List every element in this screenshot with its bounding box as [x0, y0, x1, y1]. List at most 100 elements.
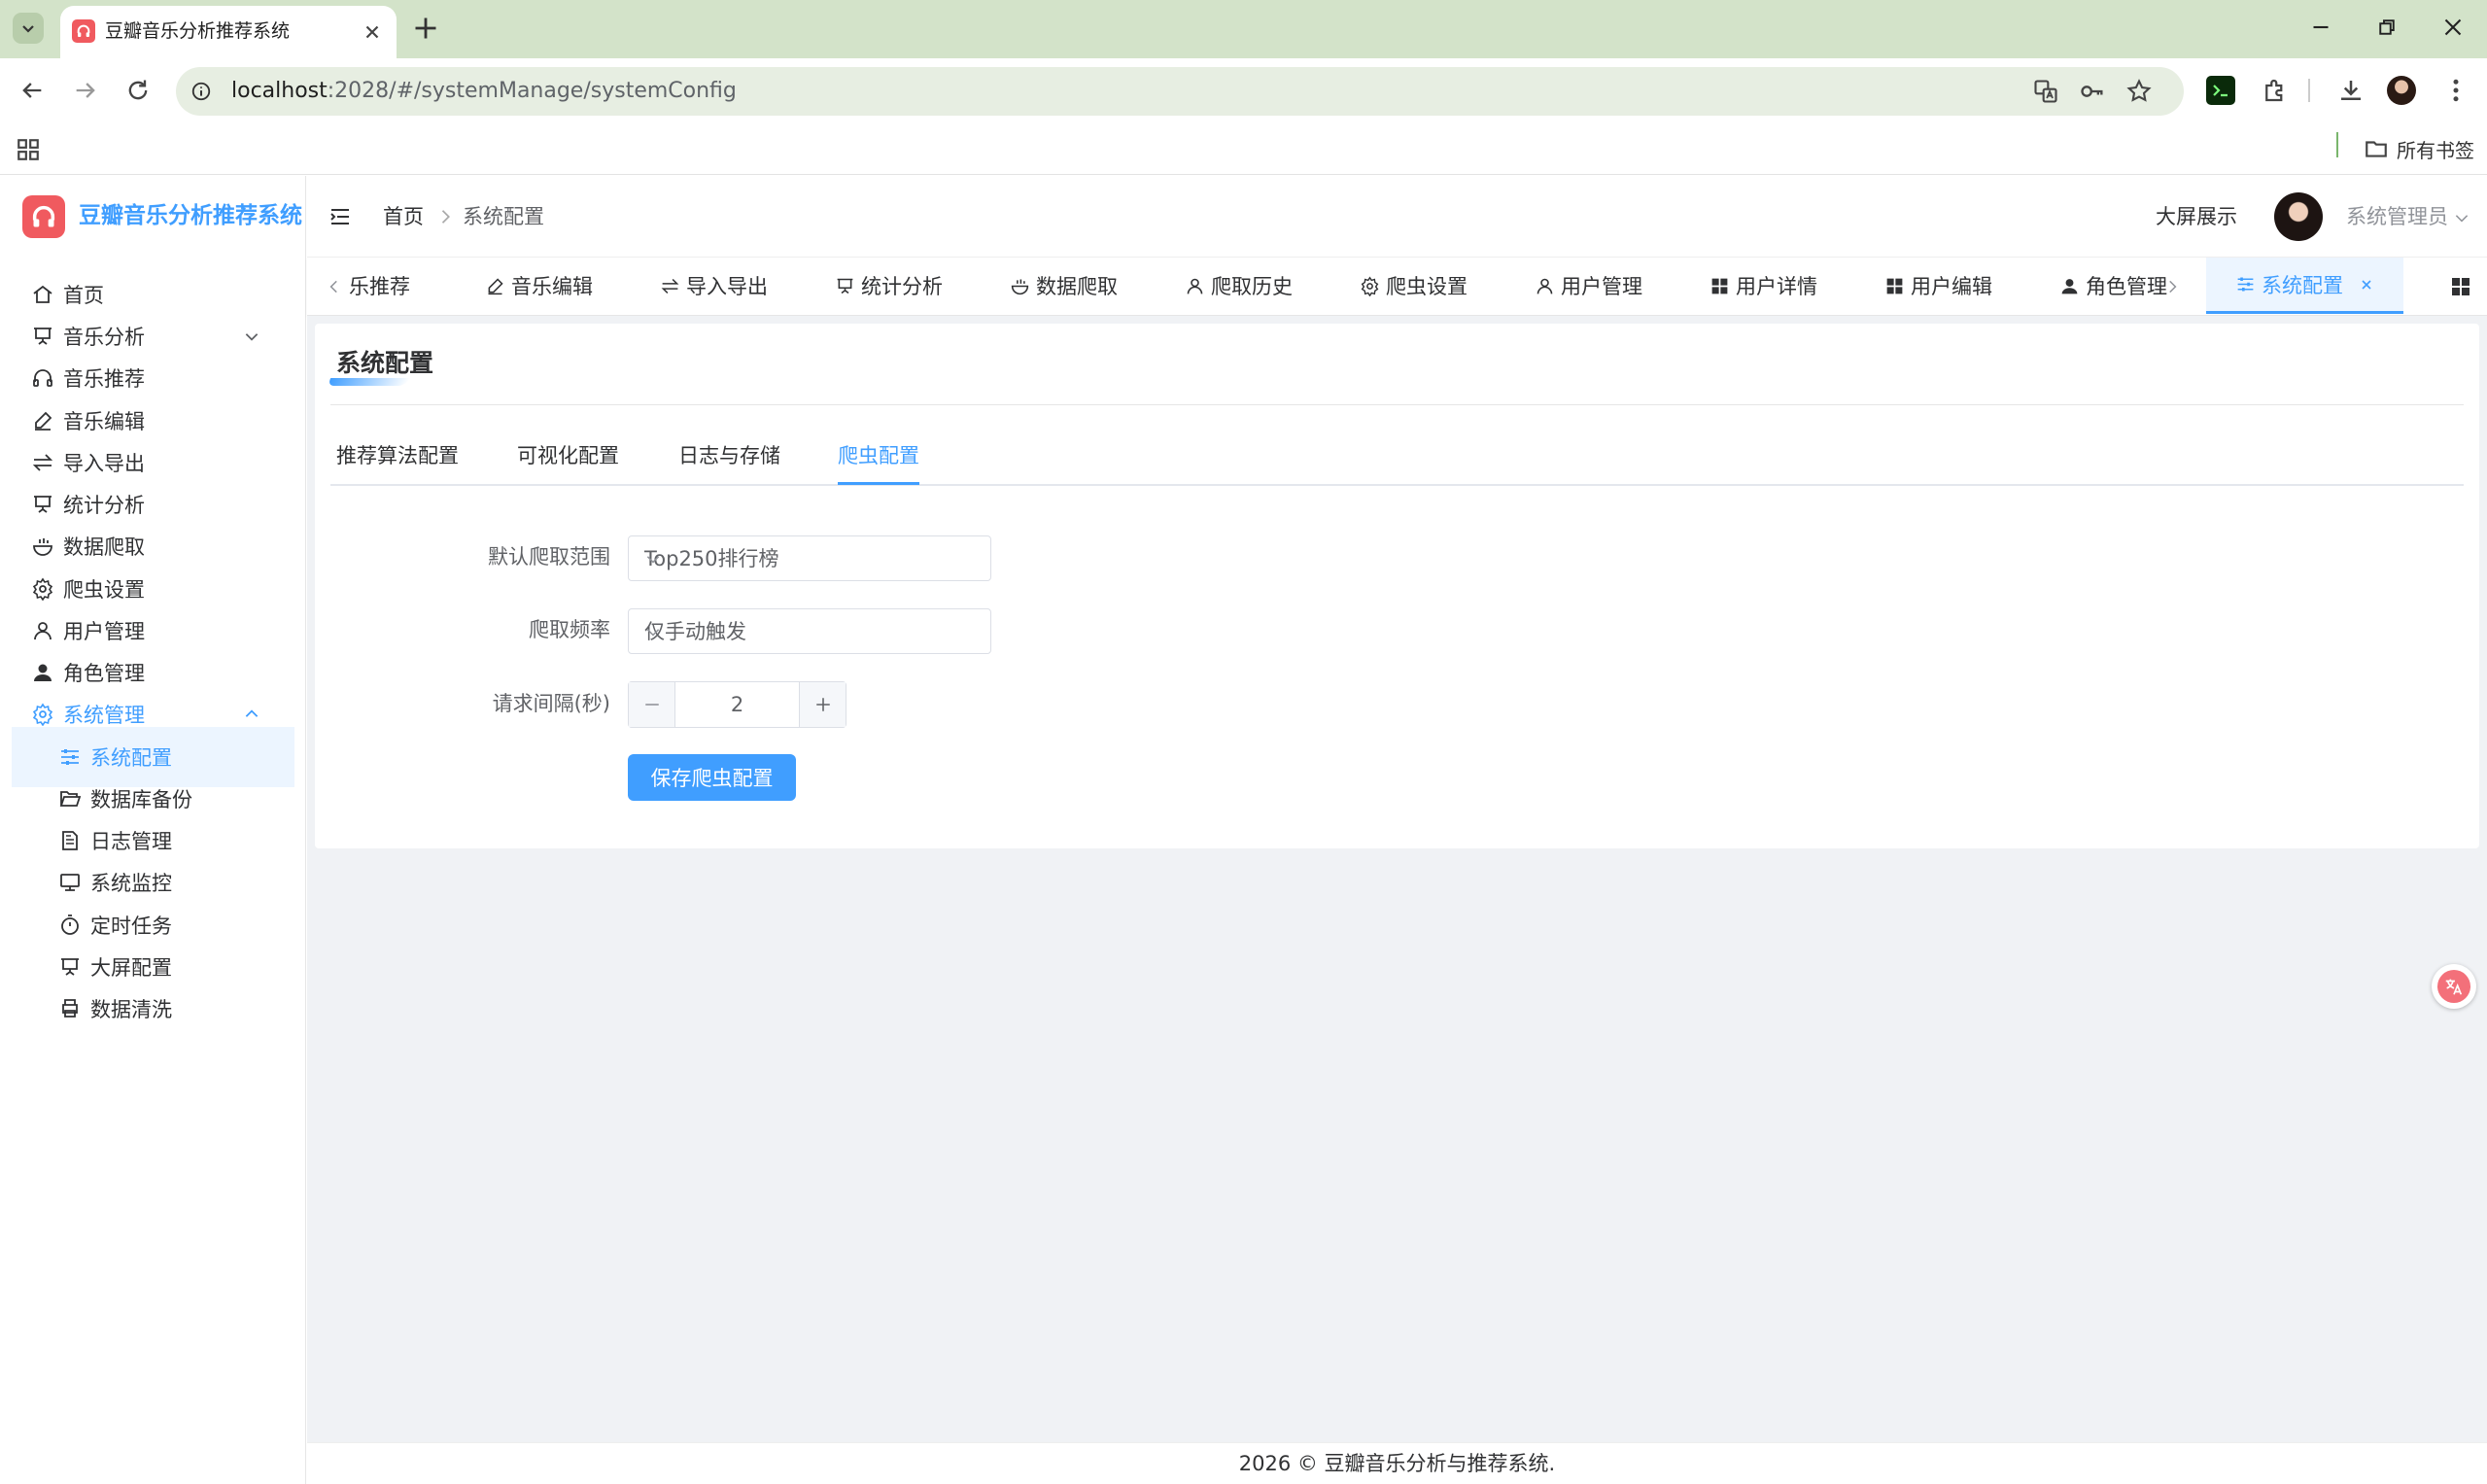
all-bookmarks-button[interactable]: 所有书签 — [2364, 134, 2474, 163]
sidebar-item-label: 首页 — [63, 284, 104, 307]
profile-avatar[interactable] — [2387, 76, 2416, 105]
extensions-icon[interactable] — [2261, 76, 2290, 105]
tab-label: 用户编辑 — [1911, 275, 1992, 298]
main-header: 首页 系统配置 大屏展示 系统管理员 — [307, 176, 2487, 258]
tab-search-button[interactable] — [13, 13, 44, 44]
footer: 2026 © 豆瓣音乐分析与推荐系统. — [307, 1442, 2487, 1484]
divider — [330, 404, 2464, 405]
app-title: 豆瓣音乐分析推荐系统 — [79, 203, 302, 228]
sidebar-item-label: 定时任务 — [90, 915, 172, 938]
window-close-icon[interactable] — [2441, 16, 2465, 39]
close-icon[interactable] — [2359, 277, 2374, 293]
sidebar-item-label: 音乐推荐 — [63, 367, 145, 391]
sidebar-item-label: 系统配置 — [90, 746, 172, 770]
tab-crawler-settings[interactable]: 爬虫设置 — [1360, 258, 1468, 314]
sidebar-item-label: 用户管理 — [63, 620, 145, 643]
tab-logs-storage[interactable]: 日志与存储 — [678, 442, 780, 469]
decrement-button[interactable] — [629, 682, 675, 727]
tab-crawl-history[interactable]: 爬取历史 — [1185, 258, 1293, 314]
frequency-select[interactable]: 仅手动触发 — [628, 608, 991, 654]
sidebar-item-label: 导入导出 — [63, 452, 145, 475]
tab-visualization[interactable]: 可视化配置 — [517, 442, 619, 469]
sidebar-item-label: 爬虫设置 — [63, 578, 145, 602]
key-icon[interactable] — [2079, 78, 2106, 105]
tab-user-detail[interactable]: 用户详情 — [1710, 258, 1817, 314]
tab-data-crawl[interactable]: 数据爬取 — [1010, 258, 1118, 314]
tab-music-recommend[interactable]: 乐推荐 — [349, 258, 410, 314]
plus-icon[interactable] — [412, 15, 439, 42]
tab-music-edit[interactable]: 音乐编辑 — [485, 258, 593, 314]
scope-select-value: Top250排行榜 — [644, 547, 779, 570]
presentation-icon — [58, 955, 82, 979]
floating-translate-button[interactable] — [2432, 964, 2476, 1009]
sidebar-item-data-cleaning[interactable]: 数据清洗 — [12, 979, 294, 1039]
url-path: :2028/#/systemManage/systemConfig — [327, 79, 737, 103]
user-icon — [31, 619, 54, 642]
browser-tab[interactable]: 豆瓣音乐分析推荐系统 — [60, 6, 397, 58]
chevron-down-icon[interactable] — [2453, 209, 2470, 226]
user-icon — [1185, 276, 1205, 296]
interval-label: 请求间隔(秒) — [492, 692, 610, 715]
presentation-icon — [31, 325, 54, 348]
info-icon[interactable] — [190, 81, 212, 102]
tab-statistics[interactable]: 统计分析 — [835, 258, 943, 314]
tab-crawler-config[interactable]: 爬虫配置 — [838, 442, 919, 469]
edit-pen-icon — [485, 276, 505, 296]
forward-arrow-icon[interactable] — [72, 77, 99, 104]
translate-icon — [2437, 970, 2470, 1003]
back-arrow-icon[interactable] — [18, 77, 46, 104]
sidebar-item-label: 系统监控 — [90, 872, 172, 895]
scope-select[interactable]: Top250排行榜 — [628, 535, 991, 581]
apps-grid-icon[interactable] — [16, 137, 41, 162]
sidebar-item-label: 大屏配置 — [90, 956, 172, 980]
sidebar-item-label: 数据爬取 — [63, 535, 145, 559]
tab-system-config[interactable]: 系统配置 — [2206, 258, 2403, 314]
bookmarks-bar: 所有书签 — [0, 123, 2487, 175]
address-bar[interactable]: localhost:2028/#/systemManage/systemConf… — [176, 67, 2184, 116]
breadcrumb-home[interactable]: 首页 — [383, 203, 424, 230]
presentation-icon — [835, 276, 855, 296]
gear-icon — [31, 703, 54, 726]
tab-recommend-algorithm[interactable]: 推荐算法配置 — [336, 442, 459, 469]
tab-user-edit[interactable]: 用户编辑 — [1884, 258, 1992, 314]
avatar[interactable] — [2274, 192, 2323, 241]
bowl-icon — [1010, 276, 1030, 296]
tab-role-management[interactable]: 角色管理 — [2059, 258, 2167, 314]
stopwatch-icon — [58, 914, 82, 937]
tab-label: 导入导出 — [686, 275, 768, 298]
restore-icon[interactable] — [2375, 16, 2399, 39]
user-filled-icon — [2059, 276, 2080, 296]
grid-icon[interactable] — [2449, 275, 2472, 298]
bigscreen-link[interactable]: 大屏展示 — [2156, 203, 2237, 230]
translate-icon[interactable] — [2032, 78, 2059, 105]
interval-input[interactable]: 2 — [675, 691, 799, 718]
browser-tab-title: 豆瓣音乐分析推荐系统 — [105, 20, 291, 42]
tab-label: 数据爬取 — [1036, 275, 1118, 298]
increment-button[interactable] — [799, 682, 846, 727]
more-vertical-icon[interactable] — [2441, 76, 2470, 105]
star-icon[interactable] — [2125, 78, 2153, 105]
grid-icon — [1884, 276, 1905, 296]
tab-user-management[interactable]: 用户管理 — [1535, 258, 1642, 314]
close-icon[interactable] — [362, 21, 383, 43]
chevron-down-icon — [243, 328, 260, 345]
terminal-icon[interactable] — [2206, 76, 2235, 105]
reload-icon[interactable] — [124, 77, 152, 104]
user-name-dropdown[interactable]: 系统管理员 — [2346, 203, 2448, 230]
folder-open-icon — [58, 787, 82, 811]
save-crawler-config-button[interactable]: 保存爬虫配置 — [628, 754, 796, 801]
tab-label: 角色管理 — [2086, 275, 2167, 298]
menu-fold-icon[interactable] — [328, 205, 352, 228]
tab-import-export[interactable]: 导入导出 — [660, 258, 768, 314]
browser-toolbar: localhost:2028/#/systemManage/systemConf… — [0, 58, 2487, 123]
bowl-icon — [31, 535, 54, 558]
chevron-right-icon[interactable] — [2163, 278, 2181, 295]
chevron-left-icon[interactable] — [326, 278, 343, 295]
url-host: localhost — [231, 79, 328, 103]
minimize-icon[interactable] — [2309, 16, 2332, 39]
url-text: localhost:2028/#/systemManage/systemConf… — [231, 77, 737, 106]
download-icon[interactable] — [2336, 76, 2366, 105]
tab-label: 乐推荐 — [349, 275, 410, 298]
sidebar-item-label: 角色管理 — [63, 662, 145, 685]
tab-label: 统计分析 — [861, 275, 943, 298]
